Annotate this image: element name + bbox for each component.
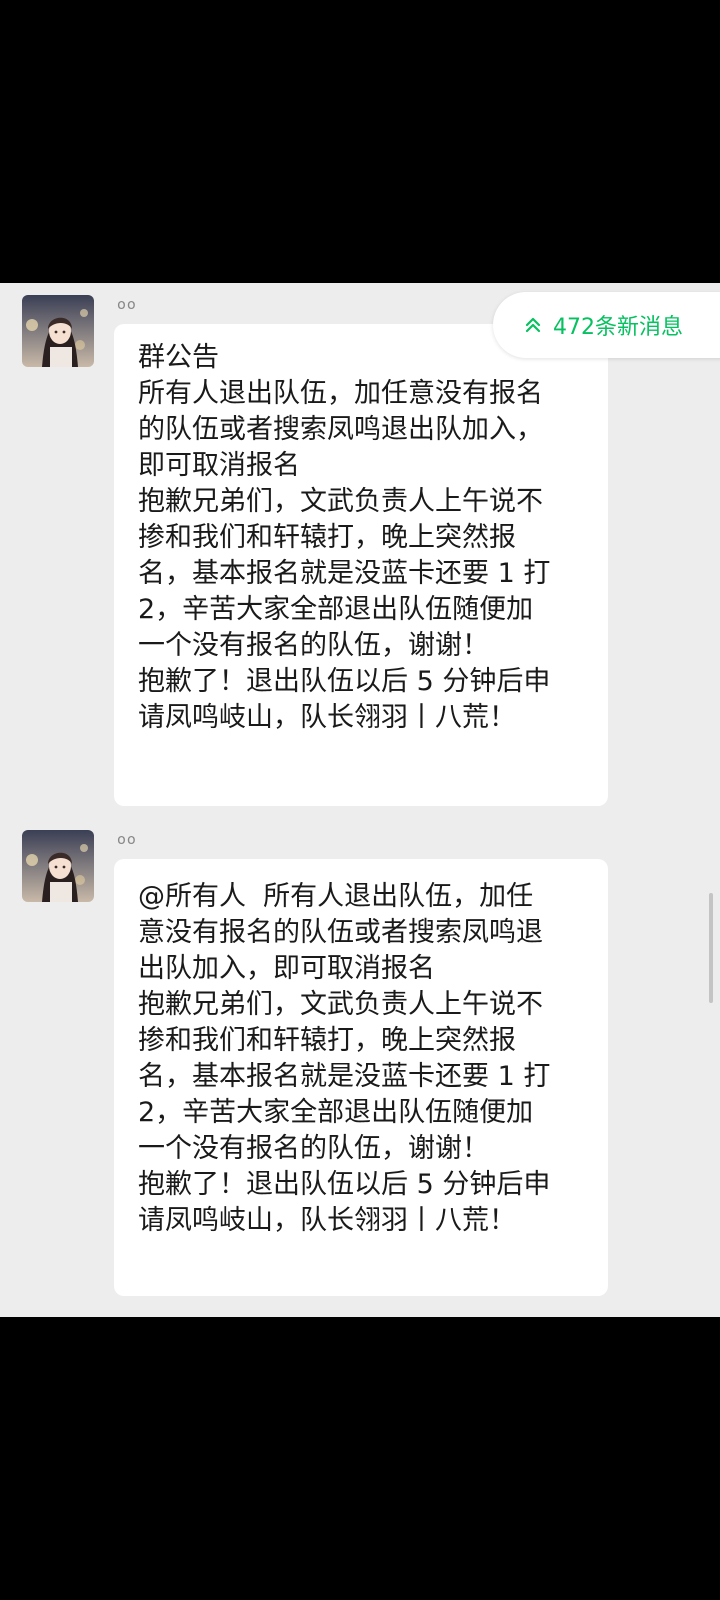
message-line: @所有人 所有人退出队伍，加任 <box>138 881 534 912</box>
double-chevron-up-icon <box>525 317 541 333</box>
message-line: 名，基本报名就是没蓝卡还要 1 打 <box>138 558 551 589</box>
message-line: 名，基本报名就是没蓝卡还要 1 打 <box>138 1061 551 1092</box>
message-line: 出队加入，即可取消报名 <box>138 953 435 984</box>
avatar-image <box>22 830 94 902</box>
message-line: 2，辛苦大家全部退出队伍随便加 <box>138 594 534 625</box>
message-line: 抱歉兄弟们，文武负责人上午说不 <box>138 486 543 517</box>
message-line: 意没有报名的队伍或者搜索凤鸣退 <box>138 917 543 948</box>
message-line: 抱歉了！退出队伍以后 5 分钟后申 <box>138 1169 551 1200</box>
scrollbar[interactable] <box>709 893 713 1003</box>
message-line: 即可取消报名 <box>138 450 300 481</box>
screen: ໐໐ 群公告 所有人退出队伍，加任意没有报名 的队伍或者搜索凤鸣退出队加入， 即… <box>0 0 720 1600</box>
sender-name: ໐໐ <box>117 832 137 848</box>
message-line: 所有人退出队伍，加任意没有报名 <box>138 378 543 409</box>
avatar[interactable] <box>22 830 94 902</box>
avatar-image <box>22 295 94 367</box>
message-bubble[interactable]: 群公告 所有人退出队伍，加任意没有报名 的队伍或者搜索凤鸣退出队加入， 即可取消… <box>114 324 608 806</box>
chat-area[interactable]: ໐໐ 群公告 所有人退出队伍，加任意没有报名 的队伍或者搜索凤鸣退出队加入， 即… <box>0 283 720 1317</box>
message-bubble[interactable]: @所有人 所有人退出队伍，加任 意没有报名的队伍或者搜索凤鸣退 出队加入，即可取… <box>114 859 608 1296</box>
avatar[interactable] <box>22 295 94 367</box>
message-line: 的队伍或者搜索凤鸣退出队加入， <box>138 414 543 445</box>
message-line: 掺和我们和轩辕打，晚上突然报 <box>138 1025 516 1056</box>
new-messages-button[interactable]: 472条新消息 <box>493 292 720 358</box>
message-line: 抱歉了！退出队伍以后 5 分钟后申 <box>138 666 551 697</box>
sender-name: ໐໐ <box>117 297 137 313</box>
message-line: 一个没有报名的队伍，谢谢！ <box>138 630 489 661</box>
new-messages-label: 472条新消息 <box>553 315 683 340</box>
message-line: 请凤鸣岐山，队长翎羽丨八荒！ <box>138 702 516 733</box>
message-line: 抱歉兄弟们，文武负责人上午说不 <box>138 989 543 1020</box>
message-line: 请凤鸣岐山，队长翎羽丨八荒！ <box>138 1205 516 1236</box>
message-line: 一个没有报名的队伍，谢谢！ <box>138 1133 489 1164</box>
message-line: 掺和我们和轩辕打，晚上突然报 <box>138 522 516 553</box>
message-line: 2，辛苦大家全部退出队伍随便加 <box>138 1097 534 1128</box>
